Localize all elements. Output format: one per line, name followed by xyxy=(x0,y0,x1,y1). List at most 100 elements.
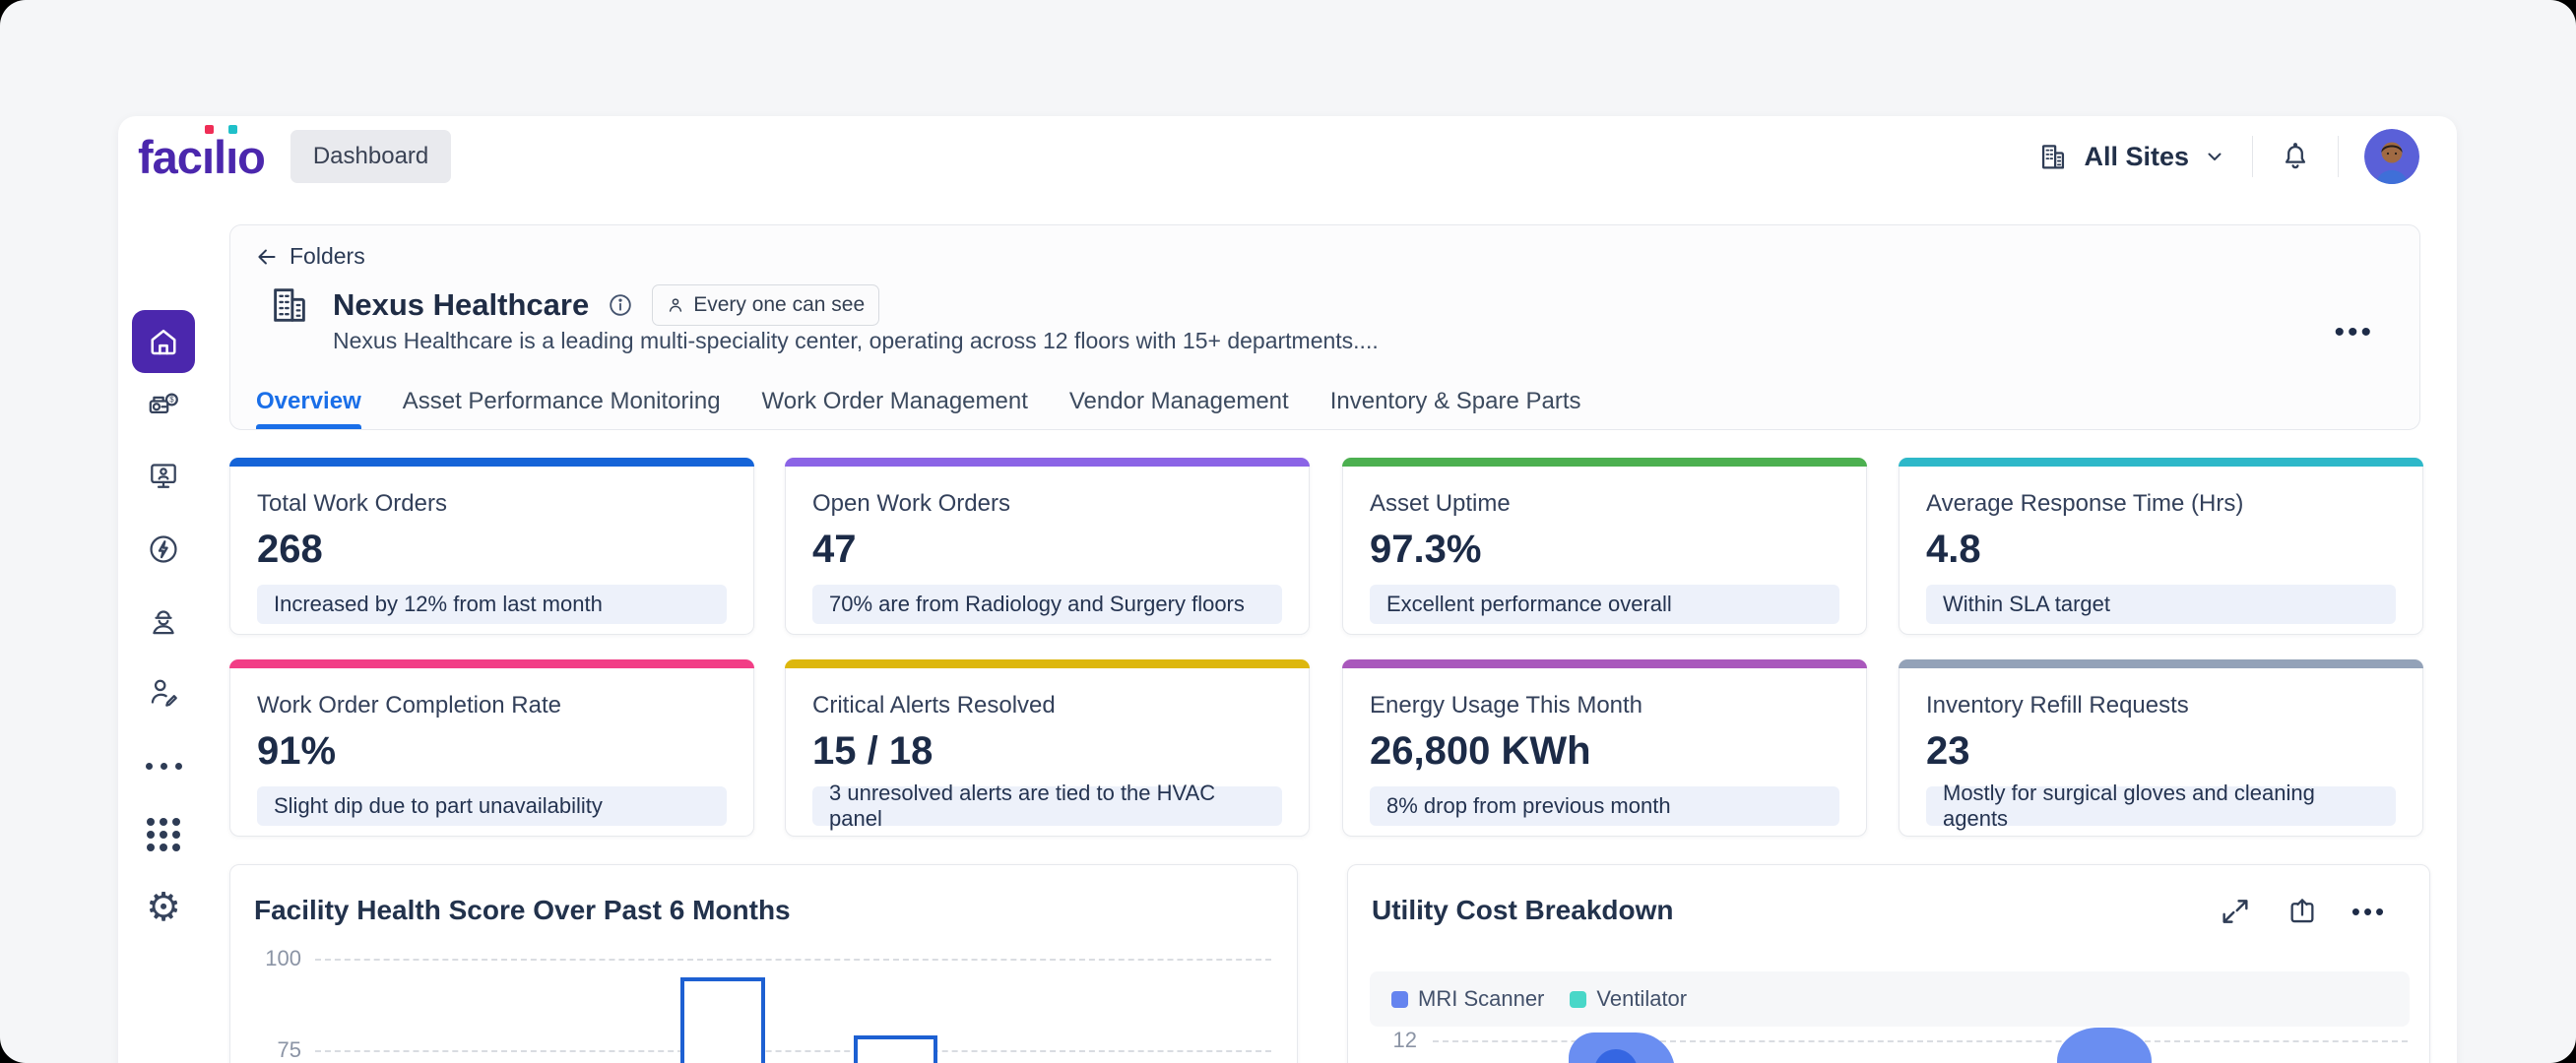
buildings-icon xyxy=(2036,140,2070,173)
sidebar-item-settings[interactable]: ⚙ xyxy=(146,890,181,925)
logo-i1: ı xyxy=(202,134,214,180)
export-button[interactable] xyxy=(2284,893,2321,930)
health-score-bar[interactable] xyxy=(680,977,765,1063)
kpi-note: Slight dip due to part unavailability xyxy=(257,786,727,826)
legend-item-ventilator[interactable]: Ventilator xyxy=(1570,986,1687,1012)
logo-seg: o xyxy=(237,134,265,180)
utility-area-peak[interactable] xyxy=(2057,1028,2152,1063)
facilio-logo[interactable]: facılıo xyxy=(138,134,265,180)
expand-icon xyxy=(2219,895,2252,928)
svg-text:$: $ xyxy=(169,396,174,405)
home-icon xyxy=(146,324,181,359)
kpi-card-energy-usage: Energy Usage This Month 26,800 KWh 8% dr… xyxy=(1342,659,1867,837)
dashboard-chip[interactable]: Dashboard xyxy=(290,130,451,183)
kpi-accent-bar xyxy=(1899,659,2423,668)
visibility-badge[interactable]: Every one can see xyxy=(652,284,879,326)
logo-seg: fac xyxy=(138,134,202,180)
site-selector-label: All Sites xyxy=(2084,142,2189,172)
sidebar-item-workstation[interactable] xyxy=(146,458,181,493)
export-icon xyxy=(2286,895,2319,928)
facility-more-button[interactable]: ••• xyxy=(2334,316,2374,349)
kpi-note: 70% are from Radiology and Surgery floor… xyxy=(812,585,1282,624)
kpi-accent-bar xyxy=(785,458,1310,467)
tab-bar: Overview Asset Performance Monitoring Wo… xyxy=(256,374,2394,429)
chart-more-button[interactable]: ••• xyxy=(2351,893,2388,930)
monitor-user-icon xyxy=(146,458,181,493)
y-tick-100: 100 xyxy=(250,946,301,971)
bell-icon xyxy=(2279,140,2312,173)
gridline-75 xyxy=(315,1050,1271,1052)
legend-swatch xyxy=(1391,991,1408,1008)
kpi-note: Within SLA target xyxy=(1926,585,2396,624)
kpi-accent-bar xyxy=(1342,458,1867,467)
legend-item-mri-scanner[interactable]: MRI Scanner xyxy=(1391,986,1544,1012)
tab-asset-performance-monitoring[interactable]: Asset Performance Monitoring xyxy=(403,374,721,429)
asset-cost-icon: $ xyxy=(146,388,181,423)
chart-actions: ••• xyxy=(2217,893,2388,930)
kpi-note: 3 unresolved alerts are tied to the HVAC… xyxy=(812,786,1282,826)
sidebar-item-assets[interactable]: $ xyxy=(146,388,181,423)
user-avatar[interactable] xyxy=(2364,129,2419,184)
left-sidebar: $ xyxy=(118,205,228,1063)
energy-icon xyxy=(146,532,181,567)
kpi-card-critical-alerts: Critical Alerts Resolved 15 / 18 3 unres… xyxy=(785,659,1310,837)
kpi-card-total-work-orders: Total Work Orders 268 Increased by 12% f… xyxy=(229,458,754,635)
technician-icon xyxy=(146,604,181,640)
kpi-value: 47 xyxy=(812,528,857,572)
more-icon xyxy=(146,763,182,770)
kpi-title: Open Work Orders xyxy=(812,490,1010,518)
kpi-title: Asset Uptime xyxy=(1370,490,1511,518)
kpi-value: 268 xyxy=(257,528,323,572)
kpi-accent-bar xyxy=(229,458,754,467)
kpi-value: 4.8 xyxy=(1926,528,1981,572)
sidebar-item-technicians[interactable] xyxy=(146,604,181,640)
legend-swatch xyxy=(1570,991,1586,1008)
logo-dot-pink xyxy=(205,125,214,134)
sidebar-item-contacts[interactable] xyxy=(146,674,181,710)
sidebar-item-apps[interactable] xyxy=(146,817,181,852)
sidebar-item-more[interactable] xyxy=(146,748,181,783)
logo-seg: l xyxy=(214,134,225,180)
tab-inventory-spare-parts[interactable]: Inventory & Spare Parts xyxy=(1330,374,1581,429)
kpi-value: 91% xyxy=(257,729,336,774)
health-score-bar[interactable] xyxy=(854,1035,937,1063)
kpi-value: 97.3% xyxy=(1370,528,1481,572)
expand-button[interactable] xyxy=(2217,893,2254,930)
tab-work-order-management[interactable]: Work Order Management xyxy=(762,374,1028,429)
header-divider xyxy=(2252,136,2253,177)
kpi-card-average-response-time: Average Response Time (Hrs) 4.8 Within S… xyxy=(1899,458,2423,635)
notifications-button[interactable] xyxy=(2279,140,2312,173)
header-divider xyxy=(2338,136,2339,177)
kpi-card-asset-uptime: Asset Uptime 97.3% Excellent performance… xyxy=(1342,458,1867,635)
gridline-100 xyxy=(315,959,1271,961)
legend-label: MRI Scanner xyxy=(1418,986,1544,1012)
sidebar-item-home[interactable] xyxy=(132,310,195,373)
kpi-value: 23 xyxy=(1926,729,1970,774)
tab-overview[interactable]: Overview xyxy=(256,374,361,429)
hospital-building-icon xyxy=(267,282,312,328)
logo-i2: ı xyxy=(225,134,237,180)
site-selector[interactable]: All Sites xyxy=(2036,140,2226,173)
kpi-value: 15 / 18 xyxy=(812,729,933,774)
logo-dot-teal xyxy=(228,125,237,134)
chart-title: Facility Health Score Over Past 6 Months xyxy=(254,895,791,926)
apps-grid-icon xyxy=(147,818,180,851)
top-header: facılıo Dashboard All Sites xyxy=(118,116,2457,197)
sidebar-item-energy[interactable] xyxy=(146,532,181,567)
facility-description: Nexus Healthcare is a leading multi-spec… xyxy=(333,328,1379,354)
facility-name-row: Nexus Healthcare Every one can see xyxy=(333,284,879,326)
legend-label: Ventilator xyxy=(1596,986,1687,1012)
chart-title: Utility Cost Breakdown xyxy=(1372,895,1673,926)
kpi-card-inventory-refill: Inventory Refill Requests 23 Mostly for … xyxy=(1899,659,2423,837)
back-to-folders[interactable]: Folders xyxy=(254,243,365,270)
y-tick-12: 12 xyxy=(1366,1028,1417,1053)
arrow-left-icon xyxy=(254,244,280,270)
visibility-badge-label: Every one can see xyxy=(693,293,865,317)
y-tick-75: 75 xyxy=(250,1037,301,1063)
folders-label: Folders xyxy=(290,243,365,270)
tab-vendor-management[interactable]: Vendor Management xyxy=(1069,374,1289,429)
person-icon xyxy=(667,296,684,314)
kpi-title: Average Response Time (Hrs) xyxy=(1926,490,2243,518)
app-window: facılıo Dashboard All Sites xyxy=(118,116,2457,1063)
info-icon[interactable] xyxy=(607,291,634,319)
